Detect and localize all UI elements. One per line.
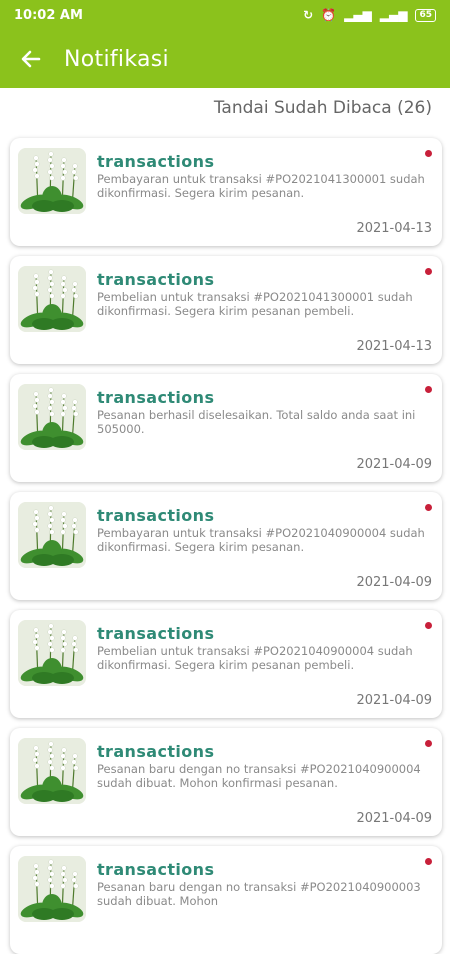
notification-title: transactions [97,270,215,289]
notification-date: 2021-04-09 [356,575,432,590]
unread-dot-icon [425,858,432,865]
notification-title: transactions [97,742,215,761]
notification-date: 2021-04-13 [356,221,432,236]
plant-thumbnail-image [18,856,86,922]
notification-date: 2021-04-09 [356,811,432,826]
notification-date: 2021-04-09 [356,457,432,472]
notification-title: transactions [97,388,215,407]
plant-thumbnail-image [18,620,86,686]
unread-dot-icon [425,268,432,275]
plant-thumbnail-image [18,266,86,332]
notification-body: Pesanan baru dengan no transaksi #PO2021… [97,762,421,790]
notification-body: Pembelian untuk transaksi #PO20210409000… [97,644,413,672]
plant-thumbnail-image [18,502,86,568]
notification-title: transactions [97,152,215,171]
notification-card[interactable]: transactions Pembelian untuk transaksi #P… [10,256,442,364]
page-title: Notifikasi [64,46,169,72]
notification-body: Pembayaran untuk transaksi #PO2021040900… [97,526,425,554]
notification-body: Pesanan baru dengan no transaksi #PO2021… [97,880,421,908]
mark-all-read-button[interactable]: Tandai Sudah Dibaca (26) [214,98,432,118]
notification-card[interactable]: transactions Pembayaran untuk transaksi #… [10,138,442,246]
notification-card[interactable]: transactions Pesanan baru dengan no trans… [10,728,442,836]
unread-dot-icon [425,740,432,747]
status-bar: 10:02 AM ↻ ⏰ ▂▄▆ ▂▄▆ 65 [0,0,450,30]
notification-title: transactions [97,506,215,525]
plant-thumbnail-image [18,738,86,804]
notification-title: transactions [97,624,215,643]
plant-thumbnail-image [18,148,86,214]
status-time: 10:02 AM [14,7,83,23]
alarm-icon: ⏰ [321,8,337,22]
notification-body: Pesanan berhasil diselesaikan. Total sal… [97,408,416,436]
signal-icon-2: ▂▄▆ [379,8,408,22]
unread-dot-icon [425,150,432,157]
app-bar: Notifikasi [0,30,450,88]
notification-card[interactable]: transactions Pembelian untuk transaksi #P… [10,610,442,718]
notification-title: transactions [97,860,215,879]
notification-card[interactable]: transactions Pesanan baru dengan no trans… [10,846,442,954]
notification-body: Pembelian untuk transaksi #PO20210413000… [97,290,413,318]
notification-date: 2021-04-13 [356,339,432,354]
battery-icon: 65 [415,8,436,22]
plant-thumbnail-image [18,384,86,450]
status-icons: ↻ ⏰ ▂▄▆ ▂▄▆ 65 [303,8,436,22]
notification-date: 2021-04-09 [356,693,432,708]
signal-icon: ▂▄▆ [344,8,372,22]
unread-dot-icon [425,622,432,629]
unread-dot-icon [425,386,432,393]
notification-card[interactable]: transactions Pembayaran untuk transaksi #… [10,492,442,600]
unread-dot-icon [425,504,432,511]
notification-card[interactable]: transactions Pesanan berhasil diselesaika… [10,374,442,482]
back-arrow-icon[interactable] [16,44,46,74]
notification-body: Pembayaran untuk transaksi #PO2021041300… [97,172,425,200]
sync-icon: ↻ [303,8,314,22]
